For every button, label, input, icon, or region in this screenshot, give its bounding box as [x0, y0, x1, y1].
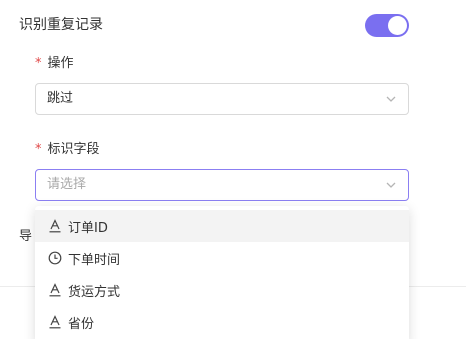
operation-select-value: 跳过: [47, 91, 74, 106]
option-label: 订单ID: [68, 220, 108, 236]
required-mark: *: [35, 142, 42, 157]
option-label: 下单时间: [68, 252, 121, 268]
required-mark: *: [35, 56, 42, 71]
option-label: 省份: [68, 316, 95, 332]
obscured-label: 导: [19, 229, 33, 244]
chevron-down-icon: [386, 96, 396, 102]
dropdown-option-order-id[interactable]: 订单ID: [35, 210, 409, 242]
operation-label-text: 操作: [47, 56, 74, 71]
id-field-label: * 标识字段: [35, 141, 100, 159]
id-field-dropdown: 订单ID 下单时间 货运方式 省份: [35, 206, 409, 339]
text-field-icon: [49, 283, 61, 297]
dropdown-option-shipping-method[interactable]: 货运方式: [35, 274, 409, 306]
toggle-knob: [388, 16, 407, 35]
operation-label: * 操作: [35, 55, 74, 73]
clock-icon: [48, 251, 62, 265]
dedupe-label: 识别重复记录: [19, 17, 103, 33]
id-field-select[interactable]: 请选择: [35, 169, 409, 201]
dedupe-settings-panel: 识别重复记录 * 操作 跳过 * 标识字段 请选择 导 订单ID 下单时间 货运…: [0, 0, 466, 339]
id-field-label-text: 标识字段: [47, 142, 100, 157]
chevron-down-icon: [386, 182, 396, 188]
operation-select[interactable]: 跳过: [35, 83, 409, 115]
dropdown-option-province[interactable]: 省份: [35, 306, 409, 338]
dedupe-toggle[interactable]: [365, 14, 409, 37]
text-field-icon: [49, 315, 61, 329]
id-field-placeholder: 请选择: [47, 177, 87, 192]
text-field-icon: [49, 219, 61, 233]
option-label: 货运方式: [68, 284, 121, 300]
dropdown-option-order-time[interactable]: 下单时间: [35, 242, 409, 274]
